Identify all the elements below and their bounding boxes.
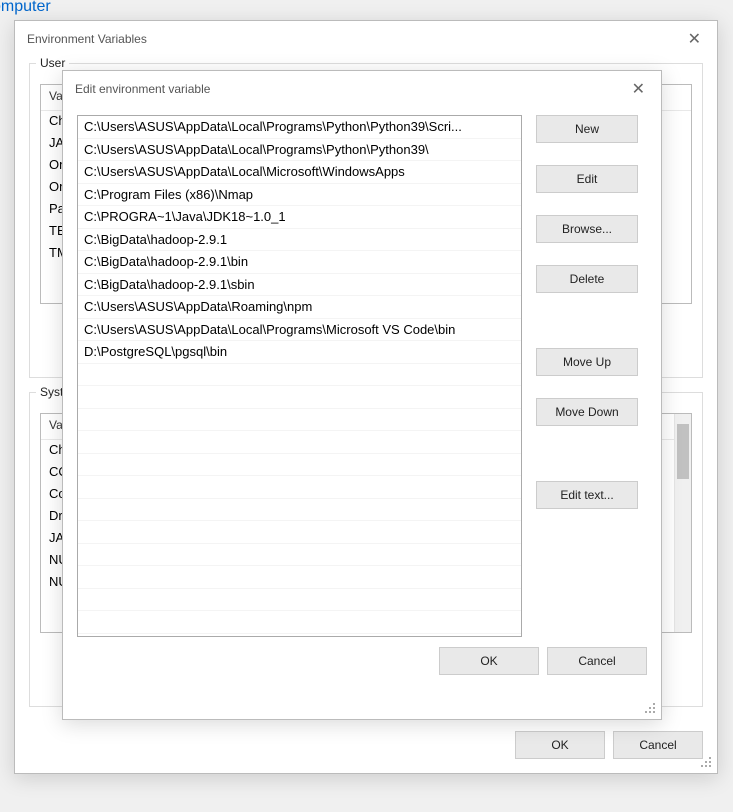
list-item[interactable] xyxy=(78,386,521,409)
list-item[interactable] xyxy=(78,476,521,499)
list-item[interactable]: C:\Users\ASUS\AppData\Local\Programs\Pyt… xyxy=(78,139,521,162)
list-item[interactable]: C:\Users\ASUS\AppData\Local\Microsoft\Wi… xyxy=(78,161,521,184)
cancel-button[interactable]: Cancel xyxy=(547,647,647,675)
edit-text-button[interactable]: Edit text... xyxy=(536,481,638,509)
env-cancel-button[interactable]: Cancel xyxy=(613,731,703,759)
dialog-title: Environment Variables xyxy=(27,32,147,46)
move-down-button[interactable]: Move Down xyxy=(536,398,638,426)
edit-environment-variable-dialog: Edit environment variable ✕ C:\Users\ASU… xyxy=(62,70,662,720)
list-item[interactable]: C:\PROGRA~1\Java\JDK18~1.0_1 xyxy=(78,206,521,229)
list-item[interactable]: C:\BigData\hadoop-2.9.1\sbin xyxy=(78,274,521,297)
dialog-titlebar: Environment Variables ✕ xyxy=(15,21,717,53)
close-icon[interactable]: ✕ xyxy=(684,29,705,49)
new-button[interactable]: New xyxy=(536,115,638,143)
resize-grip-icon xyxy=(645,703,659,717)
breadcrumb-fragment: omputer xyxy=(0,0,51,16)
close-icon[interactable]: ✕ xyxy=(628,79,649,99)
edit-button[interactable]: Edit xyxy=(536,165,638,193)
dialog-title: Edit environment variable xyxy=(75,82,210,96)
list-item[interactable]: C:\Users\ASUS\AppData\Local\Programs\Pyt… xyxy=(78,116,521,139)
list-item[interactable] xyxy=(78,589,521,612)
move-up-button[interactable]: Move Up xyxy=(536,348,638,376)
list-item[interactable]: C:\Users\ASUS\AppData\Roaming\npm xyxy=(78,296,521,319)
env-ok-button[interactable]: OK xyxy=(515,731,605,759)
list-item[interactable] xyxy=(78,566,521,589)
list-item[interactable] xyxy=(78,521,521,544)
list-item[interactable]: C:\BigData\hadoop-2.9.1 xyxy=(78,229,521,252)
list-item[interactable]: C:\Users\ASUS\AppData\Local\Programs\Mic… xyxy=(78,319,521,342)
list-item[interactable] xyxy=(78,611,521,634)
list-item[interactable] xyxy=(78,454,521,477)
list-item[interactable]: D:\PostgreSQL\pgsql\bin xyxy=(78,341,521,364)
dialog-titlebar: Edit environment variable ✕ xyxy=(63,71,661,103)
browse-button[interactable]: Browse... xyxy=(536,215,638,243)
list-item[interactable] xyxy=(78,409,521,432)
list-item[interactable]: C:\Program Files (x86)\Nmap xyxy=(78,184,521,207)
delete-button[interactable]: Delete xyxy=(536,265,638,293)
list-item[interactable] xyxy=(78,364,521,387)
list-item[interactable] xyxy=(78,499,521,522)
scrollbar-thumb[interactable] xyxy=(677,424,689,479)
ok-button[interactable]: OK xyxy=(439,647,539,675)
list-item[interactable] xyxy=(78,431,521,454)
scrollbar[interactable] xyxy=(674,414,691,632)
path-entries-list[interactable]: C:\Users\ASUS\AppData\Local\Programs\Pyt… xyxy=(77,115,522,637)
list-item[interactable] xyxy=(78,544,521,567)
list-item[interactable]: C:\BigData\hadoop-2.9.1\bin xyxy=(78,251,521,274)
user-group-label: User xyxy=(36,56,69,70)
